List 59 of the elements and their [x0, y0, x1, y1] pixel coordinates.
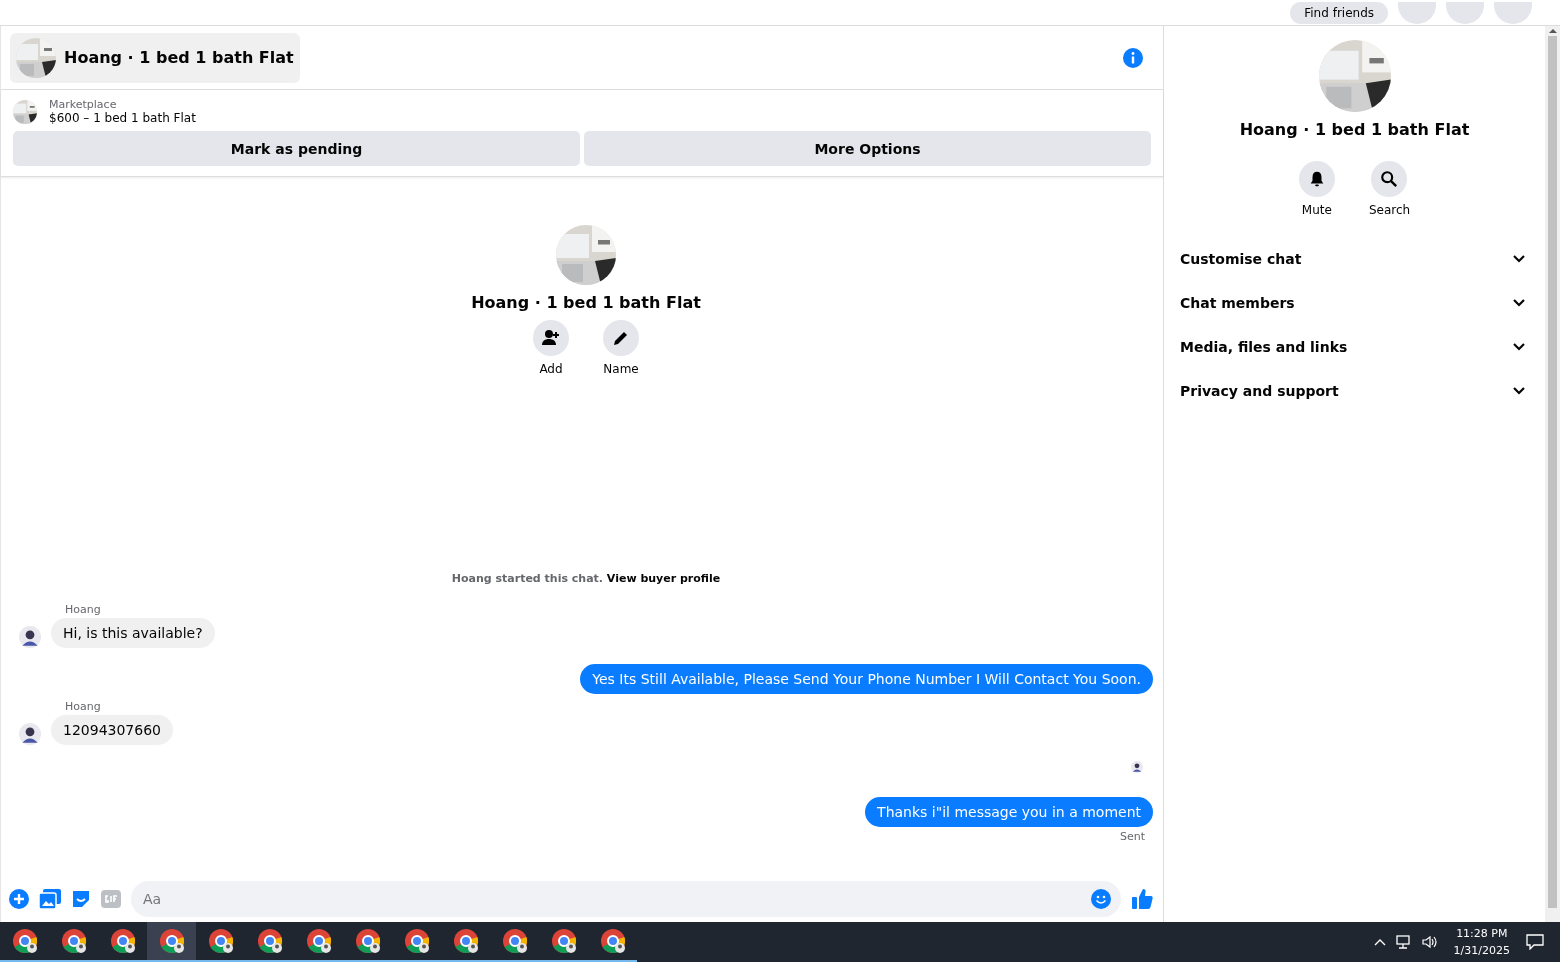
browser-icon: [501, 928, 528, 954]
listing-summary: $600 – 1 bed 1 bath Flat: [49, 111, 196, 125]
chevron-down-icon: [1513, 299, 1525, 307]
chat-title-button[interactable]: Hoang · 1 bed 1 bath Flat: [10, 32, 300, 83]
add-person-icon: [541, 328, 561, 348]
avatar-icon: [1131, 761, 1143, 773]
avatar-icon: [19, 626, 41, 648]
avatar-icon: [19, 723, 41, 745]
browser-icon: [452, 928, 479, 954]
search-icon: [1380, 170, 1399, 188]
browser-icon: [207, 928, 234, 954]
sticker-icon[interactable]: [71, 889, 91, 909]
sender-name: Hoang: [64, 700, 102, 713]
chat-title: Hoang · 1 bed 1 bath Flat: [64, 48, 294, 67]
browser-icon: [599, 928, 626, 954]
browser-icon: [550, 928, 577, 954]
find-friends-button[interactable]: Find friends: [1290, 1, 1388, 24]
message-status: Sent: [1119, 830, 1146, 843]
emoji-icon[interactable]: [1091, 889, 1111, 909]
speaker-icon[interactable]: [1421, 935, 1438, 949]
message-bubble: Yes Its Still Available, Please Send Your Phone Number I Will Contact You Soon.: [580, 664, 1153, 694]
action-button[interactable]: More Options: [584, 131, 1151, 166]
buyer-profile-link[interactable]: View buyer profile: [606, 572, 721, 585]
photo-icon[interactable]: [39, 889, 61, 909]
browser-icon: [256, 928, 283, 954]
chat-name: Hoang · 1 bed 1 bath Flat: [471, 293, 701, 312]
browser-icon: [403, 928, 430, 954]
chevron-down-icon: [1513, 255, 1525, 263]
details-section[interactable]: Chat members: [1180, 281, 1529, 325]
plus-icon[interactable]: [9, 889, 29, 909]
chat-started-notice: Hoang started this chat. View buyer profile: [450, 572, 722, 585]
chevron-down-icon: [1513, 387, 1525, 395]
browser-icon: [158, 928, 185, 954]
chat-details-title: Hoang · 1 bed 1 bath Flat: [1239, 120, 1470, 139]
info-icon[interactable]: [1123, 47, 1143, 68]
message-bubble: Thanks i"il message you in a moment: [865, 797, 1153, 827]
sender-name: Hoang: [64, 603, 102, 616]
listing-source: Marketplace: [49, 98, 118, 111]
message-bubble: Hi, is this available?: [51, 618, 215, 648]
browser-icon: [60, 928, 87, 954]
network-icon[interactable]: [1395, 935, 1412, 949]
scrollbar-thumb[interactable]: [1548, 36, 1557, 908]
taskbar-app[interactable]: [147, 922, 196, 962]
scroll-up-icon[interactable]: [1548, 26, 1557, 36]
details-section[interactable]: Privacy and support: [1180, 369, 1529, 413]
chevron-down-icon: [1513, 343, 1525, 351]
thumbs-up-icon[interactable]: [1131, 888, 1153, 910]
clock-time[interactable]: 11:28 PM: [1456, 925, 1508, 942]
browser-icon: [305, 928, 332, 954]
details-section[interactable]: Media, files and links: [1180, 325, 1529, 369]
notification-icon[interactable]: [1526, 934, 1544, 950]
message-bubble: 12094307660: [51, 715, 173, 745]
details-section[interactable]: Customise chat: [1180, 237, 1529, 281]
browser-icon: [11, 928, 38, 954]
browser-icon: [109, 928, 136, 954]
browser-icon: [354, 928, 381, 954]
action-button[interactable]: Mark as pending: [13, 131, 580, 166]
chevron-up-icon[interactable]: [1373, 938, 1386, 946]
clock-date[interactable]: 1/31/2025: [1453, 942, 1510, 959]
